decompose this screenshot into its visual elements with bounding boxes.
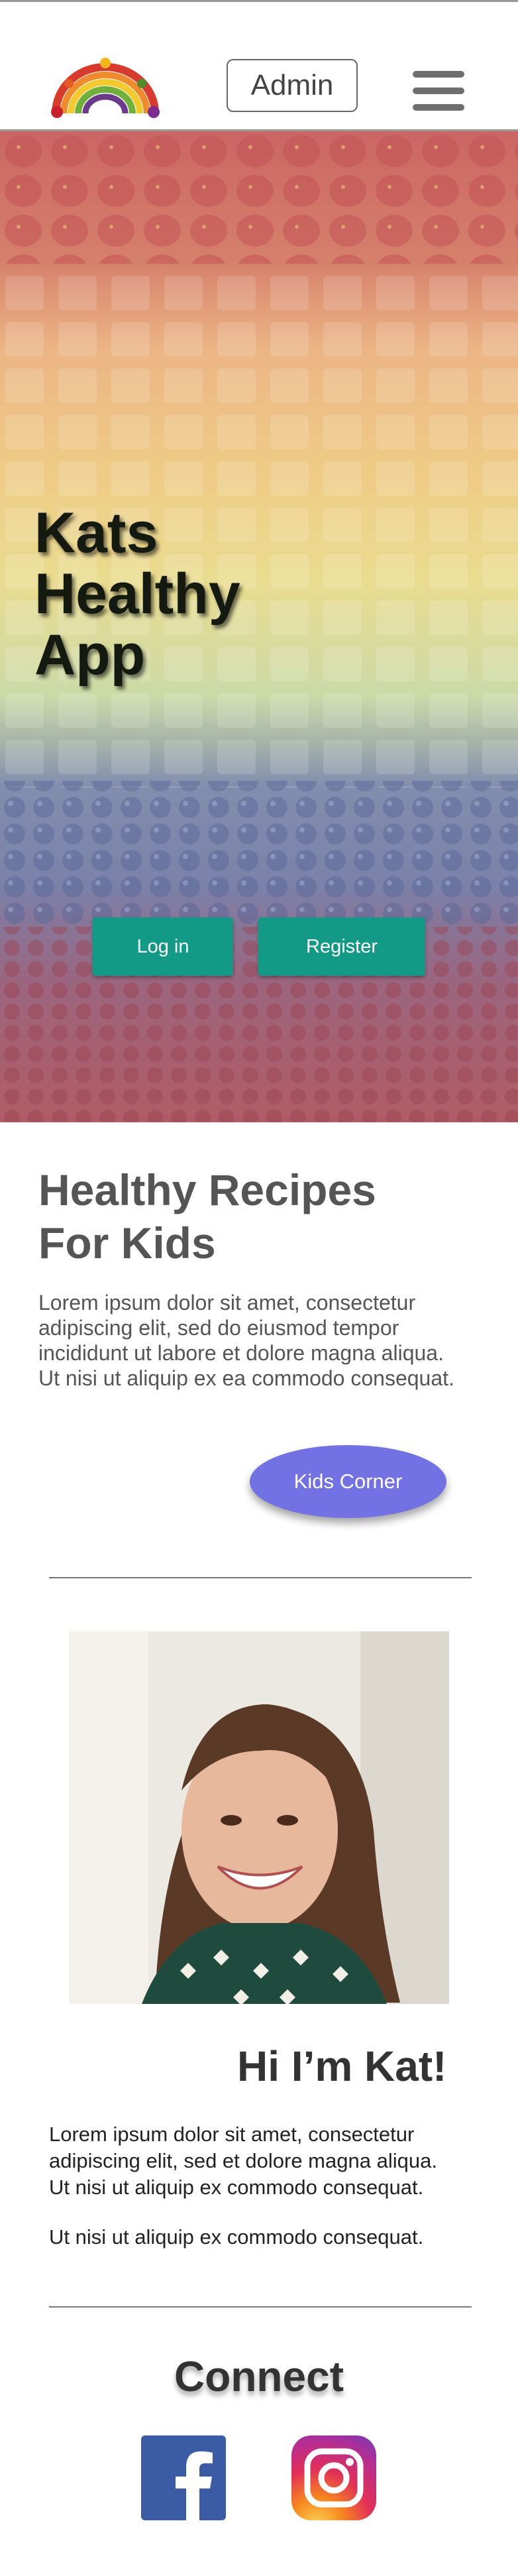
about-description-extra: Ut nisi ut aliquip ex commodo consequat. [49,2225,424,2249]
instagram-icon[interactable] [291,2435,376,2520]
hero-title: Kats Healthy App [34,501,240,687]
connect-title: Connect [174,2353,344,2400]
admin-button[interactable]: Admin [227,59,358,112]
facebook-icon[interactable] [141,2435,226,2520]
menu-bar [413,104,464,111]
about-description: Lorem ipsum dolor sit amet, consectetur … [49,2123,437,2199]
section-divider [49,2306,472,2308]
site-header: Admin [0,2,518,131]
hero-section: Kats Healthy App Log in Register [0,131,518,1122]
menu-bar [413,88,464,94]
section-divider [49,1577,472,1578]
smiling-woman-portrait [69,1631,449,2004]
recipes-title: Healthy Recipes For Kids [38,1165,376,1267]
register-button[interactable]: Register [258,917,425,976]
menu-bar [413,71,464,78]
recipes-description: Lorem ipsum dolor sit amet, consectetur … [38,1291,454,1390]
fruit-rainbow-logo[interactable] [49,54,162,120]
login-button[interactable]: Log in [93,917,233,976]
kids-corner-button[interactable]: Kids Corner [250,1445,446,1518]
about-title: Hi I’m Kat! [237,2042,447,2090]
hamburger-menu-icon[interactable] [413,71,464,111]
